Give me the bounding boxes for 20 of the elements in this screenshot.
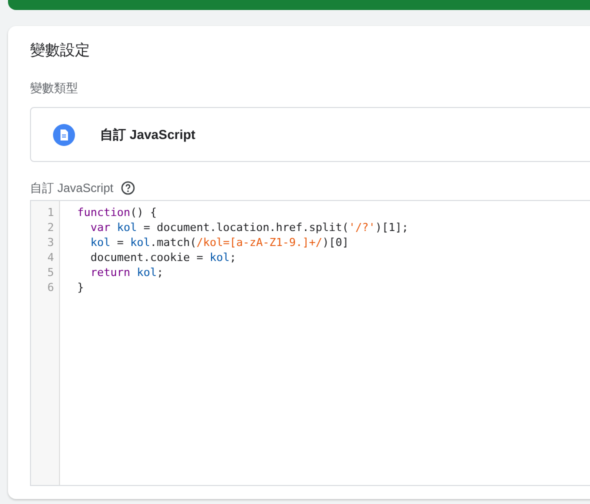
code-editor[interactable]: 1 2 3 4 5 6 function() { var kol = document.location.href.split('/?')[1]; kol = kol.match(/kol=[a-zA-Z1-9.]+/)[0] document.cookie = kol; return kol; } <box>30 200 590 486</box>
field-label: 自訂 JavaScript <box>30 180 114 196</box>
variable-type-selector[interactable]: 自訂 JavaScript <box>30 107 590 162</box>
variable-type-name: 自訂 JavaScript <box>100 126 196 144</box>
code-line: return kol; <box>89 265 164 280</box>
code-line: kol = kol.match(/kol=[a-zA-Z1-9.]+/)[0] <box>89 235 350 250</box>
field-label: 變數類型 <box>30 80 79 96</box>
code-line: var kol = document.location.href.split('/?')[1]; <box>89 220 408 235</box>
section-title: 變數設定 <box>30 41 91 61</box>
line-number: 5 <box>46 265 55 280</box>
line-number: 4 <box>46 250 55 265</box>
code-line: } <box>76 280 85 295</box>
document-icon <box>53 124 75 146</box>
line-number: 2 <box>46 220 55 235</box>
code-line: document.cookie = kol; <box>89 250 238 265</box>
help-icon[interactable] <box>121 181 136 195</box>
line-number: 6 <box>46 280 55 295</box>
code-line: function() { <box>76 205 158 220</box>
line-number: 3 <box>46 235 55 250</box>
line-number: 1 <box>46 205 55 220</box>
